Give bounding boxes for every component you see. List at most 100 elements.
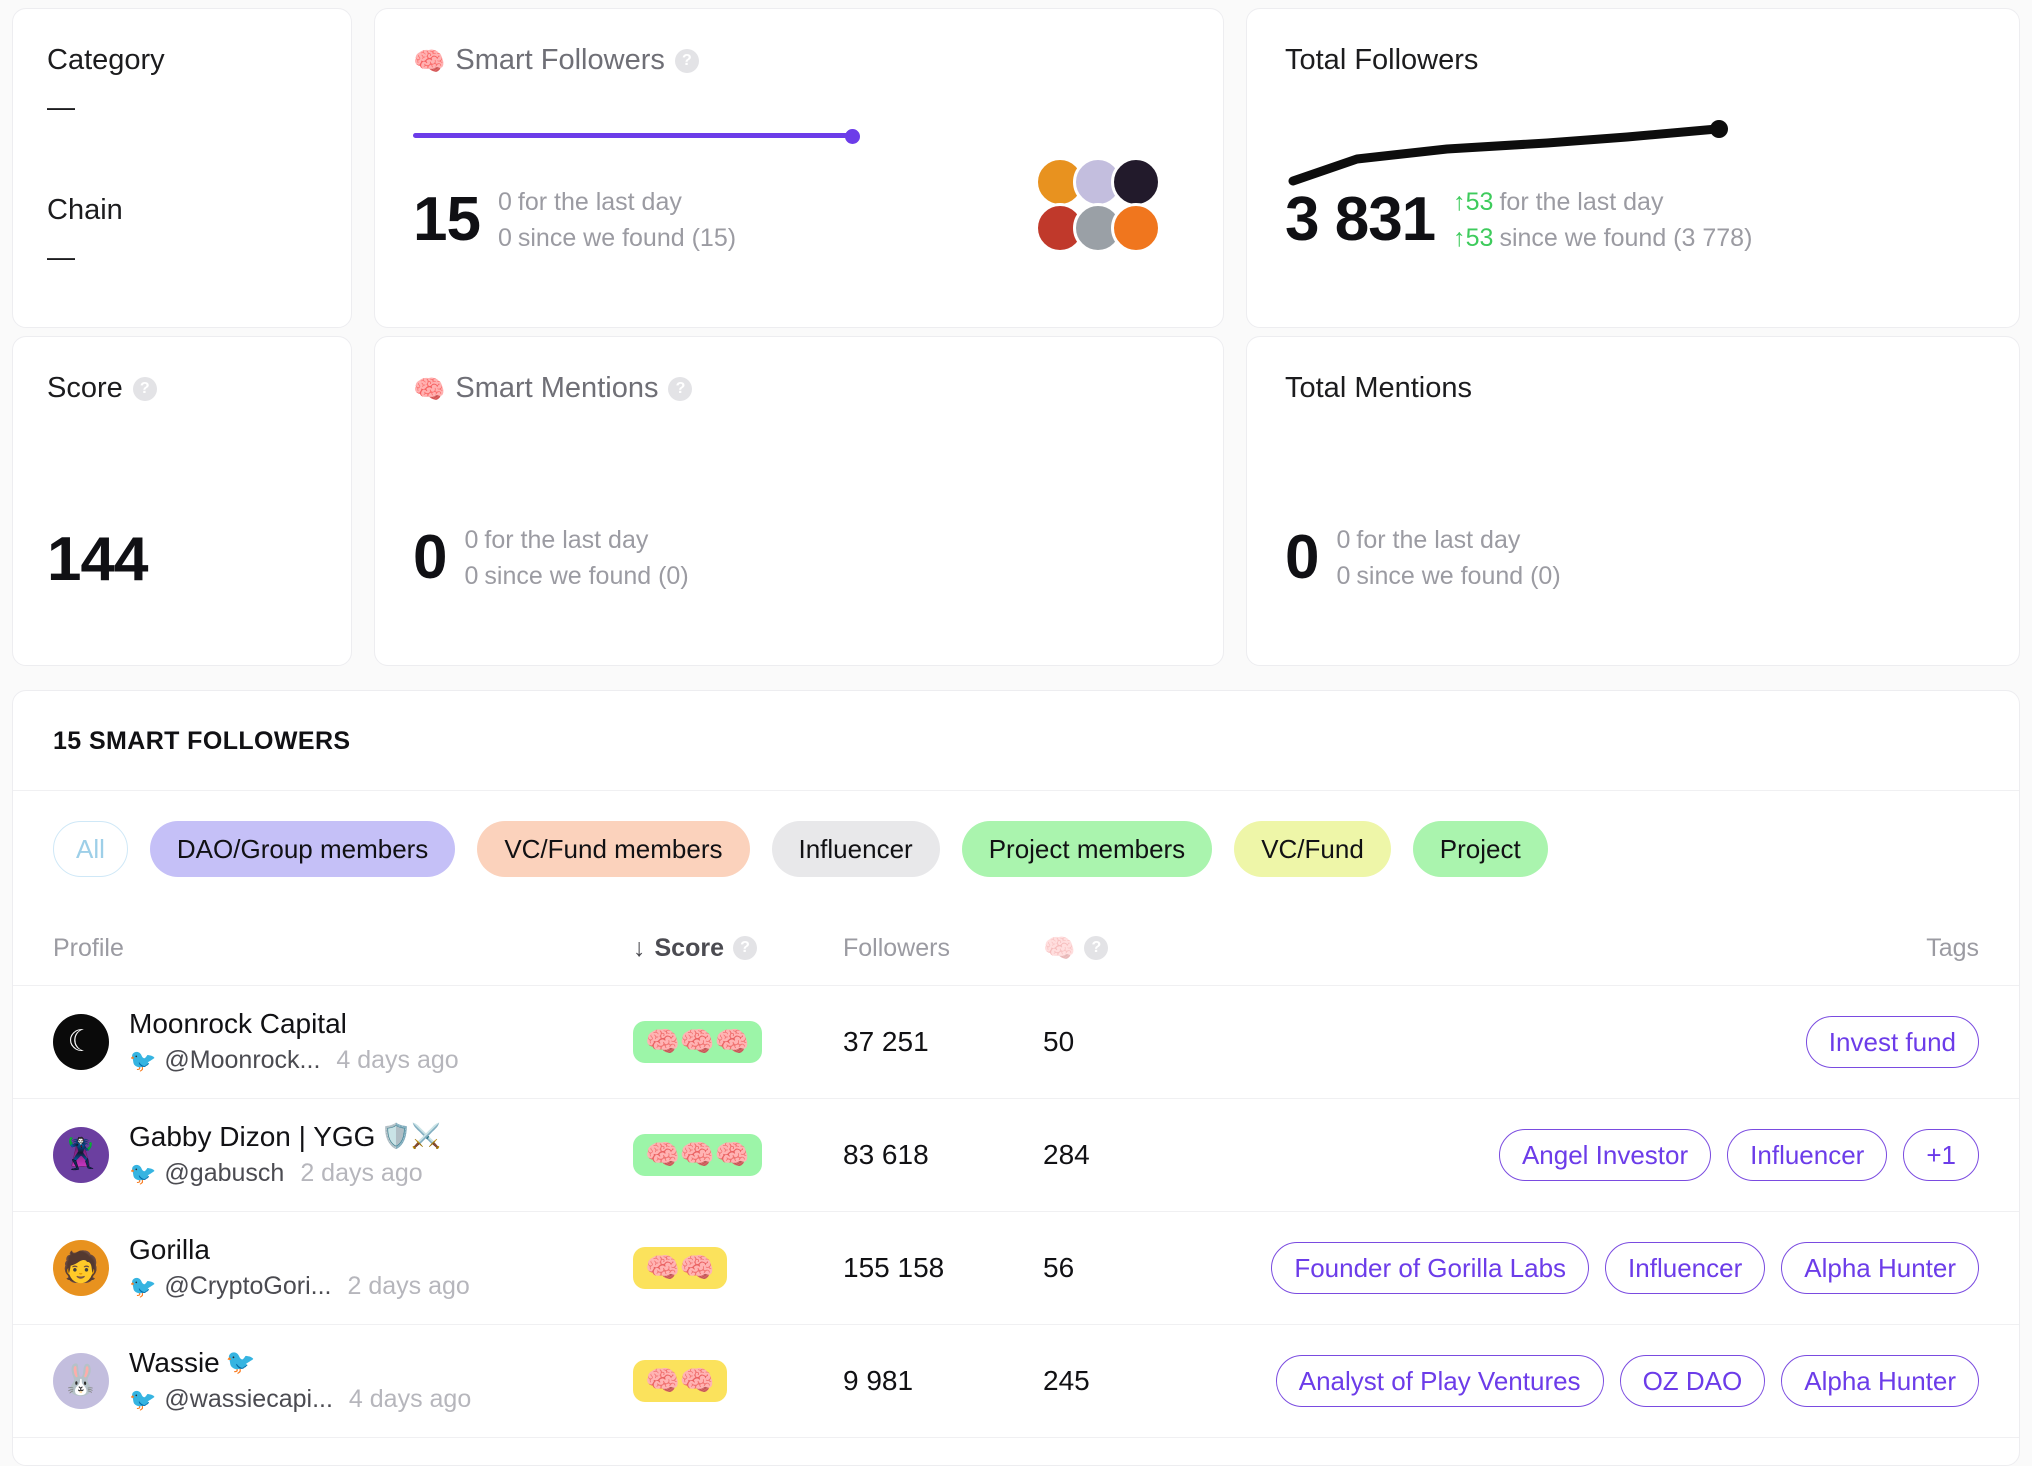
smart-followers-card: 🧠 Smart Followers ? 15 0 for the last da… (374, 8, 1224, 328)
category-value: — (47, 90, 75, 122)
tag-badge[interactable]: Angel Investor (1498, 1129, 1712, 1181)
name-emoji: 🛡️⚔️ (381, 1122, 442, 1150)
timestamp: 4 days ago (336, 1046, 459, 1075)
delta-day: 0 for the last day (1336, 526, 1560, 555)
profile-handle: 🐦 @gabusch 2 days ago (129, 1159, 441, 1188)
category-label: Category (47, 44, 165, 76)
filter-chip[interactable]: DAO/Group members (149, 821, 456, 877)
table-row[interactable]: 🧑 Gorilla 🐦 @CryptoGori... 2 days ago 🧠🧠… (13, 1212, 2019, 1325)
avatar[interactable] (1111, 203, 1161, 253)
table-row[interactable]: ☾ Moonrock Capital 🐦 @Moonrock... 4 days… (13, 986, 2019, 1099)
smart-mentions-metric: 0 0 for the last day 0 since we found (0… (413, 526, 689, 592)
tag-badge[interactable]: Influencer (1605, 1242, 1766, 1294)
avatar[interactable]: ☾ (53, 1013, 109, 1070)
header-mentions: 🧠 ? (1043, 935, 1163, 961)
score-cell: 🧠🧠🧠 (633, 1021, 843, 1063)
profile-name-text: Wassie (129, 1346, 220, 1378)
profile-name: Wassie 🐦 (129, 1346, 471, 1379)
help-icon[interactable]: ? (132, 376, 157, 401)
filter-chip[interactable]: Project (1412, 821, 1548, 877)
filter-chip[interactable]: Project members (961, 821, 1213, 877)
delta-found-value: 0 (497, 224, 512, 253)
filter-chip[interactable]: VC/Fund (1234, 821, 1391, 877)
score-cell: 🧠🧠 (633, 1247, 843, 1289)
sort-descending-icon[interactable]: ↓ (633, 934, 646, 963)
profile-cell[interactable]: 🦹 Gabby Dizon | YGG 🛡️⚔️ 🐦 @gabusch 2 da… (53, 1121, 633, 1189)
category-chain-card: Category — Chain — (12, 8, 352, 328)
avatar-row-2 (1035, 203, 1185, 253)
tag-badge[interactable]: Alpha Hunter (1781, 1355, 1979, 1407)
filter-chip[interactable]: All (53, 821, 128, 877)
smart-followers-slider[interactable] (413, 127, 1185, 145)
score-cell: 🧠🧠🧠 (633, 1134, 843, 1176)
total-followers-metric: 3 831 ↑53 for the last day ↑53 since we … (1285, 188, 1752, 254)
timestamp: 4 days ago (348, 1385, 472, 1414)
tag-badge[interactable]: Analyst of Play Ventures (1275, 1355, 1604, 1407)
avatar[interactable]: 🐰 (53, 1352, 109, 1409)
profile-cell[interactable]: 🧑 Gorilla 🐦 @CryptoGori... 2 days ago (53, 1234, 633, 1302)
category-block: Category — (47, 44, 317, 123)
header-profile: Profile (53, 933, 124, 962)
total-followers-card: Total Followers 3 831 ↑53 for the last d… (1246, 8, 2020, 328)
score-title-row: Score ? (47, 372, 317, 405)
avatar[interactable]: 🧑 (53, 1239, 109, 1296)
profile-handle: 🐦 @Moonrock... 4 days ago (129, 1046, 459, 1075)
delta-found: ↑53 since we found (3 778) (1453, 224, 1752, 253)
total-mentions-metric: 0 0 for the last day 0 since we found (0… (1285, 526, 1561, 592)
twitter-icon: 🐦 (129, 1386, 157, 1412)
header-score[interactable]: ↓ Score ? (633, 934, 843, 963)
score-title: Score (47, 372, 123, 404)
chain-block: Chain — (47, 194, 317, 273)
total-followers-title: Total Followers (1285, 44, 1479, 76)
tag-badge[interactable]: OZ DAO (1619, 1355, 1766, 1407)
tags-cell: Founder of Gorilla Labs Influencer Alpha H… (1163, 1242, 1979, 1294)
brain-score-badge: 🧠🧠 (633, 1247, 727, 1289)
delta-found: 0 since we found (0) (1336, 562, 1560, 591)
avatar[interactable]: 🦹 (53, 1126, 109, 1183)
help-icon[interactable]: ? (674, 48, 699, 73)
table-header: Profile ↓ Score ? Followers 🧠 ? Tags (13, 911, 2019, 986)
tag-badge[interactable]: Founder of Gorilla Labs (1271, 1242, 1590, 1294)
slider-knob[interactable] (845, 128, 860, 144)
delta-found-label: since we found (0) (1356, 562, 1561, 591)
profile-name: Gorilla (129, 1234, 470, 1266)
stats-row-bottom: Score ? 144 🧠 Smart Mentions ? 0 0 for t… (12, 328, 2020, 666)
tag-badge[interactable]: Alpha Hunter (1781, 1242, 1979, 1294)
total-followers-value: 3 831 (1285, 185, 1436, 255)
profile-handle: 🐦 @CryptoGori... 2 days ago (129, 1272, 470, 1301)
follower-avatars[interactable] (1035, 157, 1185, 253)
tag-badge[interactable]: Influencer (1727, 1129, 1888, 1181)
handle-text: @CryptoGori... (164, 1272, 332, 1301)
smart-mentions-title-row: 🧠 Smart Mentions ? (413, 372, 1185, 405)
table-row[interactable]: 🦹 Gabby Dizon | YGG 🛡️⚔️ 🐦 @gabusch 2 da… (13, 1099, 2019, 1212)
help-icon[interactable]: ? (668, 376, 693, 401)
tag-badge[interactable]: Invest fund (1805, 1016, 1979, 1068)
help-icon[interactable]: ? (732, 936, 757, 960)
tags-cell: Analyst of Play Ventures OZ DAO Alpha Hunt… (1163, 1355, 1979, 1407)
total-mentions-title: Total Mentions (1285, 372, 1472, 404)
profile-name: Moonrock Capital (129, 1007, 459, 1040)
smart-mentions-card: 🧠 Smart Mentions ? 0 0 for the last day … (374, 336, 1224, 666)
followers-cell: 155 158 (843, 1252, 945, 1283)
delta-found-value: 0 (1336, 562, 1351, 591)
table-row[interactable]: 🐰 Wassie 🐦 🐦 @wassiecapi... 4 days ago 🧠… (13, 1325, 2019, 1438)
filter-chip[interactable]: Influencer (771, 821, 940, 877)
delta-day-label: for the last day (1356, 525, 1521, 554)
delta-found-value: ↑53 (1453, 224, 1494, 253)
filter-chip[interactable]: VC/Fund members (477, 821, 750, 877)
smart-followers-title-row: 🧠 Smart Followers ? (413, 44, 1185, 77)
total-mentions-value: 0 (1285, 523, 1319, 593)
profile-cell[interactable]: ☾ Moonrock Capital 🐦 @Moonrock... 4 days… (53, 1007, 633, 1076)
profile-name-text: Moonrock Capital (129, 1007, 347, 1039)
tags-cell: Invest fund (1163, 1016, 1979, 1068)
help-icon[interactable]: ? (1084, 936, 1109, 960)
profile-cell[interactable]: 🐰 Wassie 🐦 🐦 @wassiecapi... 4 days ago (53, 1346, 633, 1415)
twitter-icon: 🐦 (129, 1160, 157, 1186)
avatar[interactable] (1111, 157, 1161, 207)
tag-badge[interactable]: +1 (1903, 1129, 1979, 1181)
header-followers: Followers (843, 933, 950, 962)
followers-cell: 83 618 (843, 1139, 929, 1170)
slider-track (413, 132, 853, 138)
total-mentions-card: Total Mentions 0 0 for the last day 0 si… (1246, 336, 2020, 666)
smart-followers-value: 15 (413, 185, 481, 255)
